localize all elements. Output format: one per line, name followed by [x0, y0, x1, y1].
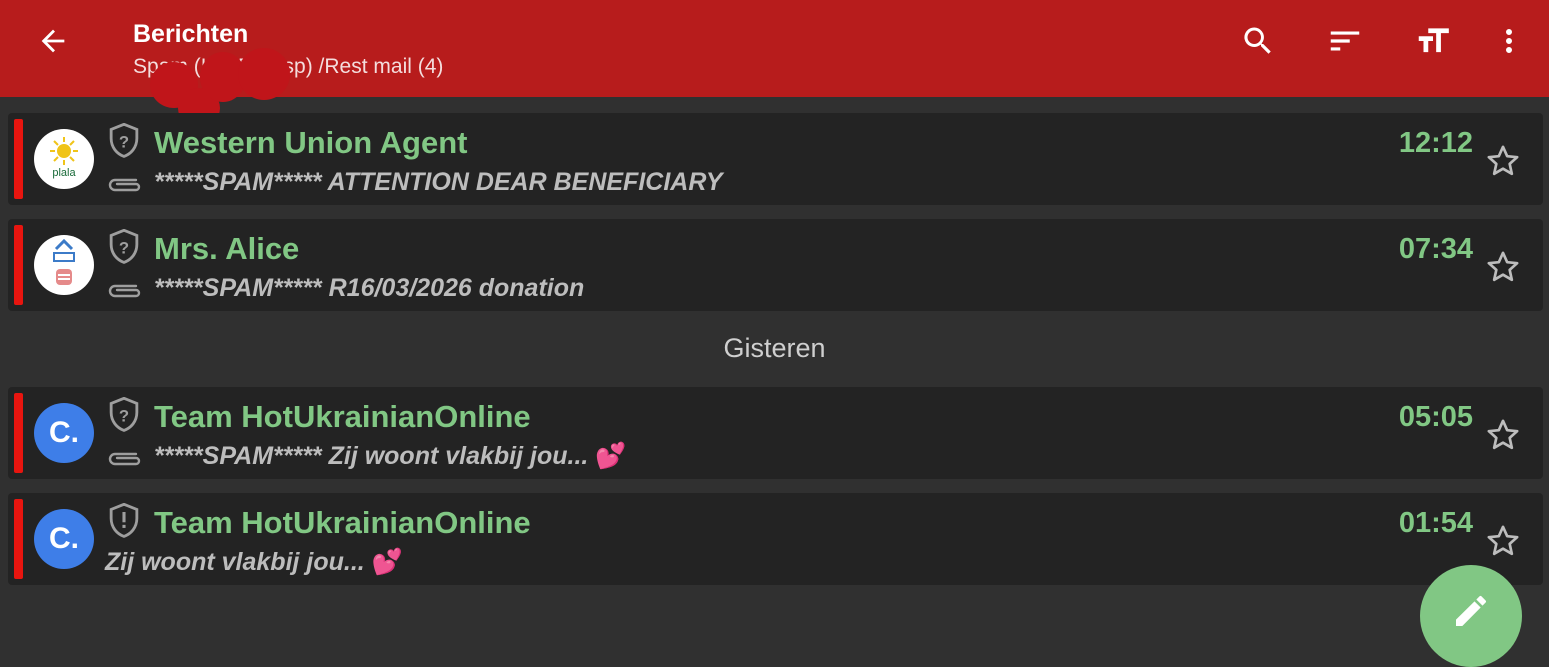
avatar[interactable]: C. [34, 403, 94, 463]
subject-text: *****SPAM***** Zij woont vlakbij jou... [154, 442, 589, 470]
date-divider: Gisteren [723, 333, 826, 363]
attachment-icon [108, 452, 141, 466]
message-row[interactable]: plala ? Western Union Agent 12:12 *****S… [8, 113, 1543, 205]
sender-name: Team HotUkrainianOnline [154, 505, 531, 540]
subject-text: Zij woont vlakbij jou... [105, 548, 365, 576]
avatar[interactable]: C. [34, 509, 94, 569]
attachment-icon [108, 284, 141, 298]
sender-name: Western Union Agent [154, 125, 468, 160]
unread-flag [14, 225, 23, 305]
text-size-icon [1418, 28, 1449, 53]
edit-pencil-icon [1456, 596, 1486, 626]
back-button[interactable] [30, 18, 76, 64]
star-icon[interactable] [1483, 141, 1523, 181]
message-row[interactable]: C. ? Team HotUkrainianOnline 05:05 *****… [8, 387, 1543, 479]
sort-icon [1330, 31, 1360, 51]
svg-text:?: ? [119, 238, 129, 257]
arrow-back-icon [41, 29, 65, 53]
plala-logo: plala [50, 137, 78, 179]
shield-question-icon: ? [109, 397, 139, 432]
star-icon[interactable] [1483, 521, 1523, 561]
message-row[interactable]: ? Mrs. Alice 07:34 *****SPAM***** R16/03… [8, 219, 1543, 311]
message-subject: *****SPAM***** ATTENTION DEAR BENEFICIAR… [154, 168, 723, 196]
star-icon[interactable] [1483, 415, 1523, 455]
svg-text:?: ? [119, 406, 129, 425]
attachment-icon [108, 178, 141, 192]
more-options-button[interactable] [1486, 18, 1532, 64]
sort-button[interactable] [1322, 18, 1368, 64]
sender-logo [53, 238, 75, 285]
avatar[interactable] [34, 235, 94, 295]
unread-flag [14, 119, 23, 199]
message-subject: *****SPAM***** Zij woont vlakbij jou... … [154, 442, 626, 471]
message-time: 01:54 [1398, 507, 1473, 539]
search-button[interactable] [1235, 18, 1281, 64]
unread-flag [14, 393, 23, 473]
message-list: plala ? Western Union Agent 12:12 *****S… [0, 97, 1549, 624]
message-subject: *****SPAM***** R16/03/2026 donation [154, 274, 585, 302]
search-icon [1244, 27, 1271, 54]
text-size-button[interactable] [1410, 18, 1456, 64]
avatar[interactable]: plala [34, 129, 94, 189]
message-time: 07:34 [1398, 233, 1473, 265]
compose-button[interactable] [1420, 565, 1522, 667]
star-icon[interactable] [1483, 247, 1523, 287]
message-time: 05:05 [1398, 401, 1473, 433]
hearts-emoji: 💕 [595, 442, 627, 470]
svg-text:?: ? [119, 132, 129, 151]
sender-name: Team HotUkrainianOnline [154, 399, 531, 434]
message-time: 12:12 [1398, 127, 1473, 159]
more-vert-icon [1506, 29, 1512, 53]
message-subject: Zij woont vlakbij jou... 💕 [105, 548, 403, 577]
redaction-mark [238, 48, 290, 100]
svg-text:plala: plala [52, 167, 76, 179]
page-title: Berichten [133, 20, 249, 48]
app-bar: Berichten Spam (IMAP/Kasp) /Rest mail (4… [0, 0, 1549, 128]
shield-alert-icon [109, 503, 139, 538]
message-row[interactable]: C. Team HotUkrainianOnline 01:54 Zij woo… [8, 493, 1543, 585]
shield-question-icon: ? [109, 123, 139, 158]
sender-name: Mrs. Alice [154, 231, 300, 266]
hearts-emoji: 💕 [371, 548, 403, 576]
unread-flag [14, 499, 23, 579]
shield-question-icon: ? [109, 229, 139, 264]
